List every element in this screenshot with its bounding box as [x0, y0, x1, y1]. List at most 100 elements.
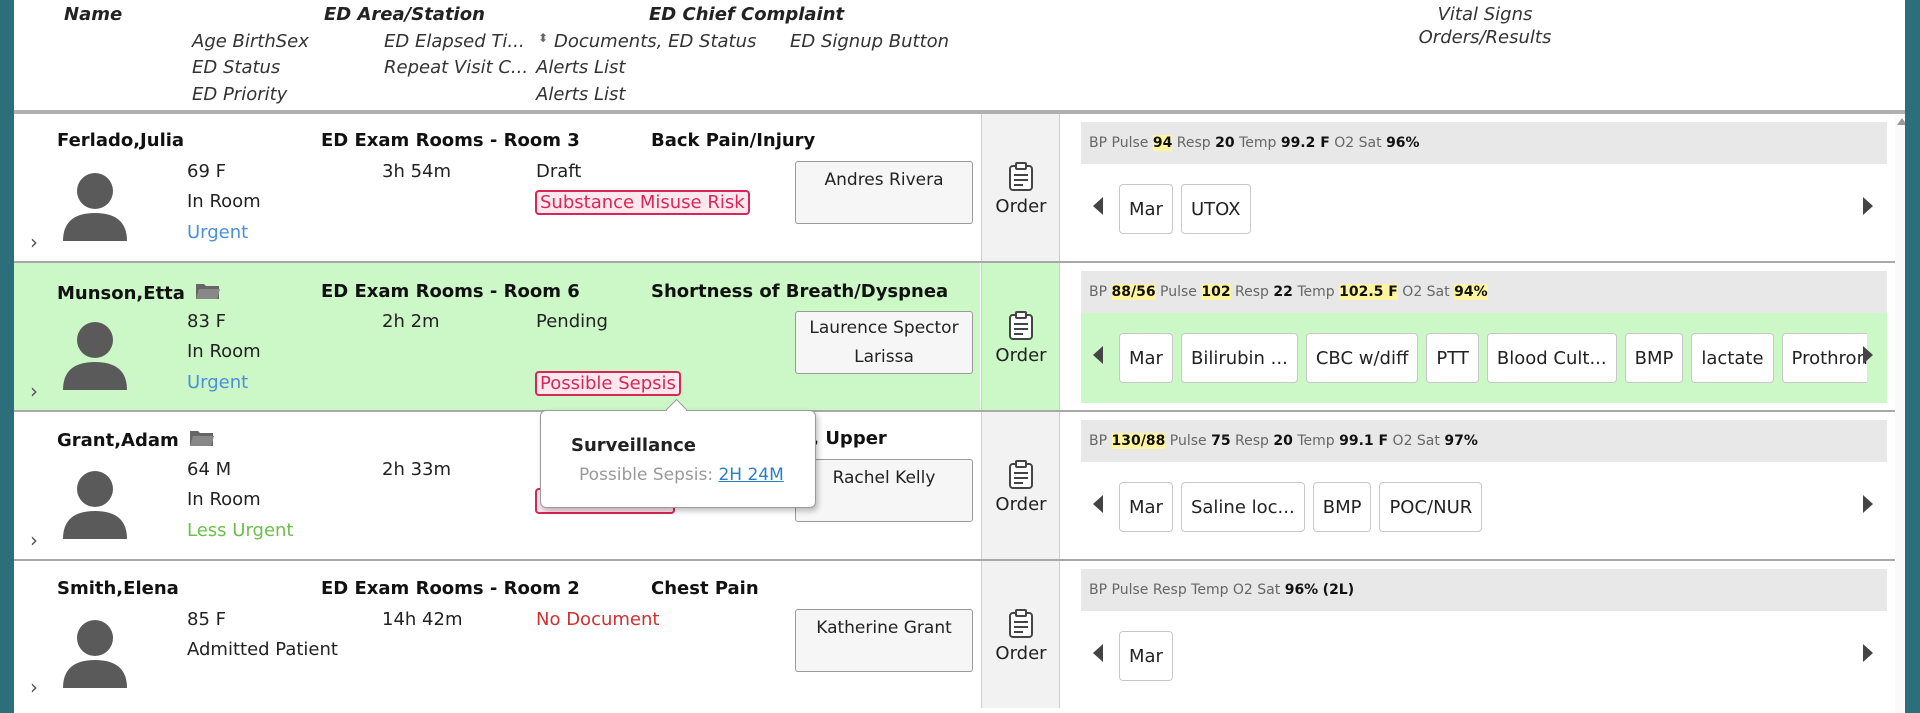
scroll-right-arrow-icon[interactable] — [1863, 346, 1873, 364]
order-chip[interactable]: Mar — [1119, 631, 1173, 681]
o2-value: 96% — [1284, 582, 1319, 598]
vital-signs[interactable]: BP 88/56 Pulse 102 Resp 22 Temp 102.5 F … — [1081, 271, 1887, 313]
order-button[interactable]: Order — [981, 561, 1060, 708]
order-chip[interactable]: POC/NUR — [1379, 482, 1483, 532]
pulse-value: 94 — [1152, 135, 1173, 151]
chief-complaint: Shortness of Breath/Dyspnea — [651, 281, 949, 302]
header-vital-signs[interactable]: Vital Signs — [1350, 4, 1620, 25]
signup-button[interactable]: Rachel Kelly — [795, 459, 973, 522]
order-chip[interactable]: Saline loc... — [1180, 482, 1305, 532]
order-button[interactable]: Order — [981, 412, 1060, 559]
folder-icon[interactable] — [195, 281, 221, 301]
order-chip[interactable]: Mar — [1119, 333, 1173, 383]
order-chip[interactable]: BMP — [1312, 482, 1372, 532]
order-button[interactable]: Order — [981, 263, 1060, 410]
order-chip[interactable]: Mar — [1119, 184, 1173, 234]
chief-complaint: Back Pain/Injury — [651, 130, 816, 151]
alert-badge[interactable]: Possible Sepsis — [535, 371, 681, 396]
scroll-right-arrow-icon[interactable] — [1863, 644, 1873, 662]
order-chip[interactable]: lactate — [1691, 333, 1774, 383]
patient-name[interactable]: Munson,Etta — [57, 281, 221, 304]
o2-value: 97% — [1444, 433, 1478, 449]
temp-label: Temp — [1239, 135, 1277, 151]
scroll-left-arrow-icon[interactable] — [1093, 495, 1103, 513]
scroll-left-arrow-icon[interactable] — [1093, 644, 1103, 662]
signup-button[interactable]: Katherine Grant — [795, 609, 973, 672]
patient-name[interactable]: Ferlado,Julia — [57, 130, 184, 151]
header-alerts-1[interactable]: Alerts List — [536, 57, 625, 78]
document-status[interactable]: Draft — [536, 161, 581, 182]
signup-button[interactable]: Andres Rivera — [795, 161, 973, 224]
resp-label: Resp — [1235, 284, 1269, 300]
order-chip[interactable]: Prothromb — [1781, 333, 1867, 383]
scroll-left-arrow-icon[interactable] — [1093, 346, 1103, 364]
folder-icon[interactable] — [189, 428, 215, 448]
patient-row[interactable]: Ferlado,Julia › ED Exam Rooms - Room 3 B… — [14, 114, 1905, 261]
expand-chevron-icon[interactable]: › — [30, 379, 38, 403]
sort-icon[interactable]: ⬍ — [538, 31, 548, 45]
elapsed-time: 14h 42m — [382, 609, 463, 630]
tooltip-label: Possible Sepsis: — [579, 465, 714, 485]
signup-button[interactable]: Laurence Spector Larissa — [795, 311, 973, 374]
vital-signs[interactable]: BP Pulse Resp Temp O2 Sat 96% (2L) — [1081, 569, 1887, 611]
surveillance-tooltip: Surveillance Possible Sepsis: 2H 24M — [540, 398, 816, 508]
vital-signs[interactable]: BP 130/88 Pulse 75 Resp 20 Temp 99.1 F O… — [1081, 420, 1887, 462]
patient-row[interactable]: Smith,Elena › ED Exam Rooms - Room 2 Che… — [14, 561, 1905, 708]
pulse-value: 75 — [1211, 433, 1231, 449]
header-age-sex[interactable]: Age BirthSex — [192, 31, 309, 52]
header-documents[interactable]: Documents, ED Status — [554, 31, 756, 52]
order-clipboard-icon — [1009, 609, 1033, 638]
patient-info[interactable]: Smith,Elena › ED Exam Rooms - Room 2 Che… — [14, 561, 980, 708]
alert-badge[interactable]: Substance Misuse Risk — [535, 190, 750, 215]
expand-chevron-icon[interactable]: › — [30, 528, 38, 552]
order-chip[interactable]: Blood Cult... — [1486, 333, 1617, 383]
order-chip[interactable]: CBC w/diff — [1305, 333, 1419, 383]
header-alerts-2[interactable]: Alerts List — [536, 84, 625, 105]
o2-label: O2 Sat — [1392, 433, 1440, 449]
vital-labels: BP Pulse Resp Temp O2 Sat — [1089, 582, 1281, 598]
header-orders-results[interactable]: Orders/Results — [1350, 27, 1620, 48]
tooltip-time-link[interactable]: 2H 24M — [718, 465, 783, 485]
scroll-left-arrow-icon[interactable] — [1093, 197, 1103, 215]
patient-name[interactable]: Smith,Elena — [57, 578, 179, 599]
expand-chevron-icon[interactable]: › — [30, 230, 38, 254]
header-complaint[interactable]: ED Chief Complaint — [649, 4, 844, 25]
vital-signs[interactable]: BP Pulse 94 Resp 20 Temp 99.2 F O2 Sat 9… — [1081, 122, 1887, 164]
header-ed-status[interactable]: ED Status — [192, 57, 280, 78]
avatar-icon — [63, 620, 127, 688]
header-name[interactable]: Name — [64, 4, 122, 25]
patient-row-selected[interactable]: Munson,Etta › ED Exam Rooms - Room 6 Sho… — [14, 263, 1905, 410]
elapsed-time: 3h 54m — [382, 161, 452, 182]
header-repeat-visit[interactable]: Repeat Visit C... — [384, 57, 528, 78]
header-signup[interactable]: ED Signup Button — [790, 31, 949, 52]
order-chip[interactable]: PTT — [1426, 333, 1479, 383]
order-chip[interactable]: Mar — [1119, 482, 1173, 532]
vitals-orders-panel: BP 130/88 Pulse 75 Resp 20 Temp 99.1 F O… — [1061, 412, 1895, 559]
ed-area: ED Exam Rooms - Room 2 — [321, 578, 580, 599]
pulse-label: Pulse — [1169, 433, 1207, 449]
elapsed-time: 2h 33m — [382, 459, 452, 480]
patient-info[interactable]: Grant,Adam › ry, Upper 64 M 2h 33m In Ro… — [14, 412, 980, 559]
patient-info[interactable]: Ferlado,Julia › ED Exam Rooms - Room 3 B… — [14, 114, 980, 261]
header-area[interactable]: ED Area/Station — [324, 4, 485, 25]
resp-value: 20 — [1273, 433, 1293, 449]
o2-value: 94% — [1454, 284, 1488, 300]
document-status[interactable]: No Document — [536, 609, 659, 630]
bp-label: BP — [1089, 284, 1108, 300]
document-status[interactable]: Pending — [536, 311, 608, 332]
order-button[interactable]: Order — [981, 114, 1060, 261]
order-chip[interactable]: Bilirubin ... — [1180, 333, 1298, 383]
patient-row[interactable]: Grant,Adam › ry, Upper 64 M 2h 33m In Ro… — [14, 412, 1905, 559]
order-chip[interactable]: BMP — [1624, 333, 1684, 383]
scroll-right-arrow-icon[interactable] — [1863, 495, 1873, 513]
expand-chevron-icon[interactable]: › — [30, 675, 38, 699]
patient-info[interactable]: Munson,Etta › ED Exam Rooms - Room 6 Sho… — [14, 263, 980, 410]
header-elapsed[interactable]: ED Elapsed Ti... — [384, 31, 525, 52]
header-ed-priority[interactable]: ED Priority — [192, 84, 287, 105]
scroll-up-arrow-icon[interactable] — [1897, 118, 1905, 125]
patient-name[interactable]: Grant,Adam — [57, 428, 215, 451]
vertical-scrollbar[interactable] — [1895, 114, 1905, 713]
ed-priority: Urgent — [187, 372, 249, 393]
order-chip[interactable]: UTOX — [1180, 184, 1251, 234]
scroll-right-arrow-icon[interactable] — [1863, 197, 1873, 215]
